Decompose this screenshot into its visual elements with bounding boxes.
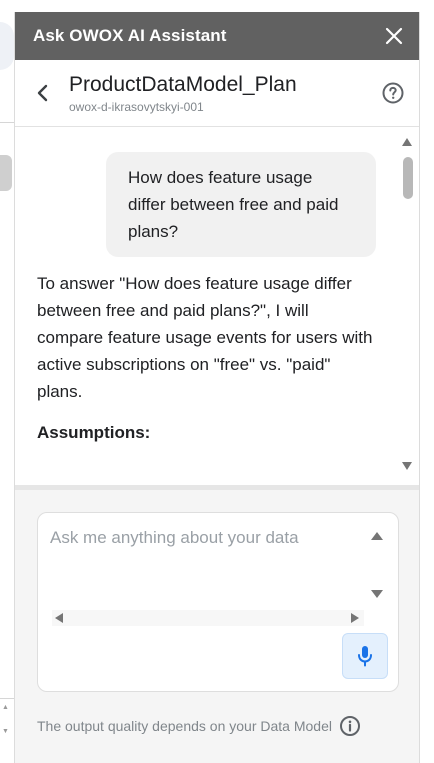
chat-history[interactable]: How does feature usage differ between fr… <box>15 127 419 485</box>
background-scroll-up-icon[interactable]: ▲ <box>2 704 9 711</box>
background-scroll-down-icon[interactable]: ▼ <box>2 728 9 735</box>
scroll-down-icon[interactable] <box>401 461 413 471</box>
background-divider <box>0 698 14 699</box>
scroll-up-icon[interactable] <box>401 137 413 147</box>
close-button[interactable] <box>383 25 405 47</box>
input-scroll-left-icon[interactable] <box>54 612 64 624</box>
info-icon[interactable] <box>339 715 361 737</box>
assistant-panel: Ask OWOX AI Assistant ProductDataModel_P… <box>14 12 420 763</box>
page: ▲ ▼ Ask OWOX AI Assistant ProductDataMod… <box>0 0 434 763</box>
back-button[interactable] <box>31 81 55 105</box>
help-circle-icon <box>382 82 404 104</box>
chat-scrollbar-thumb[interactable] <box>403 157 413 199</box>
model-header-texts: ProductDataModel_Plan owox-d-ikrasovytsk… <box>69 72 381 115</box>
background-scrollbar-thumb[interactable] <box>0 155 12 191</box>
background-shape <box>0 22 14 70</box>
voice-input-button[interactable] <box>342 633 388 679</box>
user-message-bubble: How does feature usage differ between fr… <box>106 152 376 257</box>
help-button[interactable] <box>381 81 405 105</box>
panel-titlebar: Ask OWOX AI Assistant <box>15 12 419 60</box>
composer-area: Ask me anything about your data The outp… <box>15 490 419 763</box>
chat-scrollbar[interactable] <box>400 127 414 485</box>
assistant-message: To answer "How does feature usage differ… <box>37 274 373 401</box>
footer-note-text: The output quality depends on your Data … <box>37 718 332 734</box>
background-sheet-edge: ▲ ▼ <box>0 0 14 763</box>
microphone-icon <box>358 646 372 667</box>
input-horizontal-scrollbar[interactable] <box>52 610 364 626</box>
background-divider <box>0 122 14 123</box>
input-scroll-right-icon[interactable] <box>350 612 360 624</box>
data-model-title: ProductDataModel_Plan <box>69 72 297 96</box>
message-input[interactable]: Ask me anything about your data <box>37 512 399 692</box>
footer-note: The output quality depends on your Data … <box>37 715 361 737</box>
assistant-heading: Assumptions: <box>37 423 151 442</box>
project-id: owox-d-ikrasovytskyi-001 <box>69 99 204 114</box>
chevron-left-icon <box>37 84 48 102</box>
panel-title: Ask OWOX AI Assistant <box>33 26 227 45</box>
input-scroll-down-icon[interactable] <box>370 589 384 599</box>
input-scroll-up-icon[interactable] <box>370 531 384 541</box>
message-input-placeholder: Ask me anything about your data <box>50 528 299 547</box>
model-header: ProductDataModel_Plan owox-d-ikrasovytsk… <box>15 60 419 127</box>
close-icon <box>385 27 403 45</box>
